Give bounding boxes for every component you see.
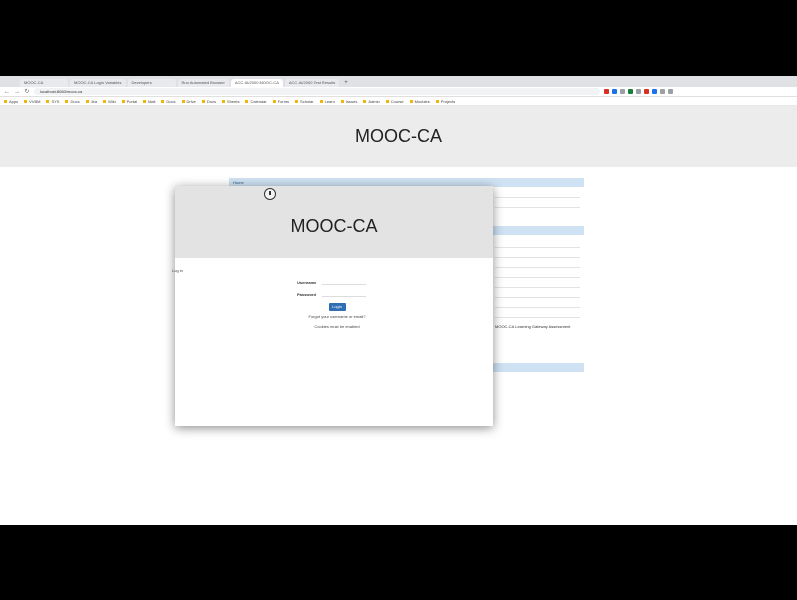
login-button[interactable]: Login — [328, 303, 346, 311]
bookmark[interactable]: Course — [386, 99, 404, 104]
bookmark[interactable]: Modules — [410, 99, 430, 104]
browser-toolbar: ← → ↻ localhost:8080/mooc-ca — [0, 87, 797, 97]
background-row — [495, 248, 580, 258]
bookmark[interactable]: Mail — [143, 99, 155, 104]
bookmark[interactable]: Docs — [65, 99, 79, 104]
login-side-label: Log in — [172, 268, 183, 273]
browser-window: MOOC-CA MOOC-CA Login Variables Develope… — [0, 76, 797, 525]
bookmark[interactable]: Jira — [86, 99, 97, 104]
extension-icon[interactable] — [644, 89, 649, 94]
background-row — [495, 198, 580, 208]
background-row — [495, 188, 580, 198]
browser-tab[interactable]: Developers — [127, 79, 176, 87]
new-tab-icon[interactable]: + — [341, 79, 351, 87]
login-form: Username Password Login Forgot your user… — [297, 279, 377, 334]
password-label: Password — [297, 291, 316, 297]
bookmark[interactable]: Sheets — [222, 99, 239, 104]
bookmark[interactable]: Docs — [161, 99, 175, 104]
login-window: MOOC-CA Log in Username Password Login F… — [172, 186, 493, 426]
bookmark[interactable]: Issues — [341, 99, 358, 104]
background-text: MOOC-CA Learning Gateway Assessment — [495, 324, 571, 329]
extension-icon[interactable] — [636, 89, 641, 94]
username-label: Username — [297, 279, 317, 285]
bookmark[interactable]: Calendar — [245, 99, 266, 104]
background-row — [495, 308, 580, 318]
background-row — [495, 258, 580, 268]
letterbox-top — [0, 0, 797, 76]
username-row: Username — [297, 279, 377, 285]
background-row — [495, 268, 580, 278]
browser-tab[interactable]: MOOC-CA — [20, 79, 68, 87]
extension-icon[interactable] — [604, 89, 609, 94]
extension-icon[interactable] — [620, 89, 625, 94]
bookmark[interactable]: VVBM — [24, 99, 40, 104]
letterbox-bottom — [0, 525, 797, 600]
browser-tab-active[interactable]: ACC-IA/2000 MOOC-CA — [230, 79, 283, 87]
forward-icon[interactable]: → — [14, 89, 20, 95]
address-bar[interactable]: localhost:8080/mooc-ca — [34, 88, 600, 95]
extension-icons — [604, 89, 673, 94]
background-row — [495, 238, 580, 248]
browser-tab[interactable]: MOOC-CA Login Variables — [70, 79, 126, 87]
extension-icon[interactable] — [652, 89, 657, 94]
extension-icon[interactable] — [628, 89, 633, 94]
bookmark[interactable]: Docs — [202, 99, 216, 104]
cookies-notice-link[interactable]: Cookies must be enabled — [297, 324, 377, 329]
bookmarks-bar: Apps VVBM SYS Docs Jira Wiki Portal Mail… — [0, 97, 797, 106]
bookmark[interactable]: Wiki — [103, 99, 116, 104]
reload-icon[interactable]: ↻ — [24, 88, 30, 95]
back-icon[interactable]: ← — [4, 89, 10, 95]
bookmark[interactable]: Projects — [436, 99, 455, 104]
background-row — [495, 288, 580, 298]
password-row: Password — [297, 291, 377, 297]
tab-strip: MOOC-CA MOOC-CA Login Variables Develope… — [0, 76, 797, 87]
bookmark[interactable]: Forms — [273, 99, 289, 104]
bookmark[interactable]: Admin — [363, 99, 379, 104]
mouse-cursor-icon — [264, 188, 276, 200]
menu-icon[interactable] — [668, 89, 673, 94]
bookmark[interactable]: SYS — [46, 99, 59, 104]
page-header: MOOC-CA — [0, 106, 797, 167]
extension-icon[interactable] — [660, 89, 665, 94]
browser-tab[interactable]: ACC-IA/2000 Test Results — [284, 79, 340, 87]
login-title: MOOC-CA — [290, 215, 378, 236]
bookmark[interactable]: Learn — [320, 99, 335, 104]
login-header: MOOC-CA — [175, 186, 493, 258]
browser-tab[interactable]: Run Automated Browser — [177, 79, 229, 87]
background-row — [495, 298, 580, 308]
extension-icon[interactable] — [612, 89, 617, 94]
bookmark[interactable]: Portal — [122, 99, 137, 104]
password-field[interactable] — [322, 291, 366, 297]
page-title: MOOC-CA — [355, 126, 442, 146]
bookmark[interactable]: Drive — [182, 99, 196, 104]
bookmark[interactable]: Apps — [4, 99, 18, 104]
background-row — [495, 278, 580, 288]
forgot-password-link[interactable]: Forgot your username or email? — [297, 314, 377, 319]
bookmark[interactable]: Scholar — [295, 99, 314, 104]
username-field[interactable] — [322, 279, 366, 285]
